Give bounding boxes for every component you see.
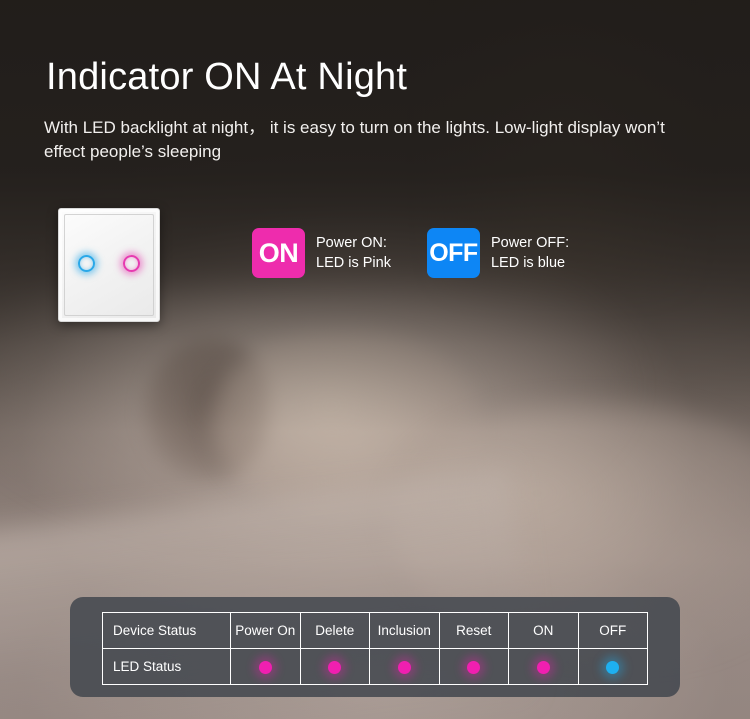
- table-cell-led-off: [577, 648, 648, 685]
- legend-power-off-line1: Power OFF:: [490, 235, 570, 251]
- led-dot-blue-icon: [606, 660, 620, 674]
- table-cell-led-delete: [299, 648, 370, 685]
- switch-led-row: [59, 255, 159, 272]
- legend-item-power-on: ON Power ON: LED is Pink: [252, 228, 391, 278]
- switch-led-left-blue-icon: [78, 255, 95, 272]
- banner-content: Indicator ON At Night With LED backlight…: [0, 0, 750, 719]
- led-dot-pink-icon: [258, 660, 272, 674]
- legend-item-power-off: OFF Power OFF: LED is blue: [426, 228, 569, 278]
- led-dot-pink-icon: [328, 660, 342, 674]
- badge-on: ON: [252, 228, 305, 278]
- table-header-reset: Reset: [438, 612, 509, 649]
- legend-text-power-on: Power ON: LED is Pink: [316, 233, 391, 273]
- led-color-legend: ON Power ON: LED is Pink OFF Power OFF: …: [252, 228, 569, 278]
- table-header-on: ON: [508, 612, 579, 649]
- table-header-device-status: Device Status: [102, 612, 231, 649]
- led-dot-pink-icon: [536, 660, 550, 674]
- switch-panel-image: [58, 208, 160, 322]
- table-cell-led-reset: [438, 648, 509, 685]
- table-cell-led-on: [508, 648, 579, 685]
- table-header-row: Device Status Power On Delete Inclusion …: [102, 612, 648, 649]
- legend-power-on-line1: Power ON:: [316, 235, 387, 251]
- table-cell-led-power-on: [230, 648, 301, 685]
- table-header-delete: Delete: [299, 612, 370, 649]
- table-row-label-led-status: LED Status: [102, 648, 231, 685]
- table-row: LED Status: [102, 648, 648, 685]
- product-feature-banner: Indicator ON At Night With LED backlight…: [0, 0, 750, 719]
- legend-power-off-line2: LED is blue: [490, 255, 566, 271]
- led-status-card: Device Status Power On Delete Inclusion …: [70, 597, 680, 697]
- table-header-power-on: Power On: [230, 612, 301, 649]
- switch-led-right-pink-icon: [123, 255, 140, 272]
- led-dot-pink-icon: [467, 660, 481, 674]
- page-subtitle: With LED backlight at night， it is easy …: [44, 118, 665, 162]
- led-dot-pink-icon: [397, 660, 411, 674]
- legend-text-power-off: Power OFF: LED is blue: [491, 233, 569, 273]
- table-cell-led-inclusion: [369, 648, 440, 685]
- page-title: Indicator ON At Night: [46, 56, 408, 98]
- legend-power-on-line2: LED is Pink: [316, 255, 391, 271]
- led-status-table: Device Status Power On Delete Inclusion …: [102, 612, 648, 685]
- table-header-off: OFF: [577, 612, 648, 649]
- badge-off: OFF: [426, 228, 480, 278]
- table-header-inclusion: Inclusion: [369, 612, 440, 649]
